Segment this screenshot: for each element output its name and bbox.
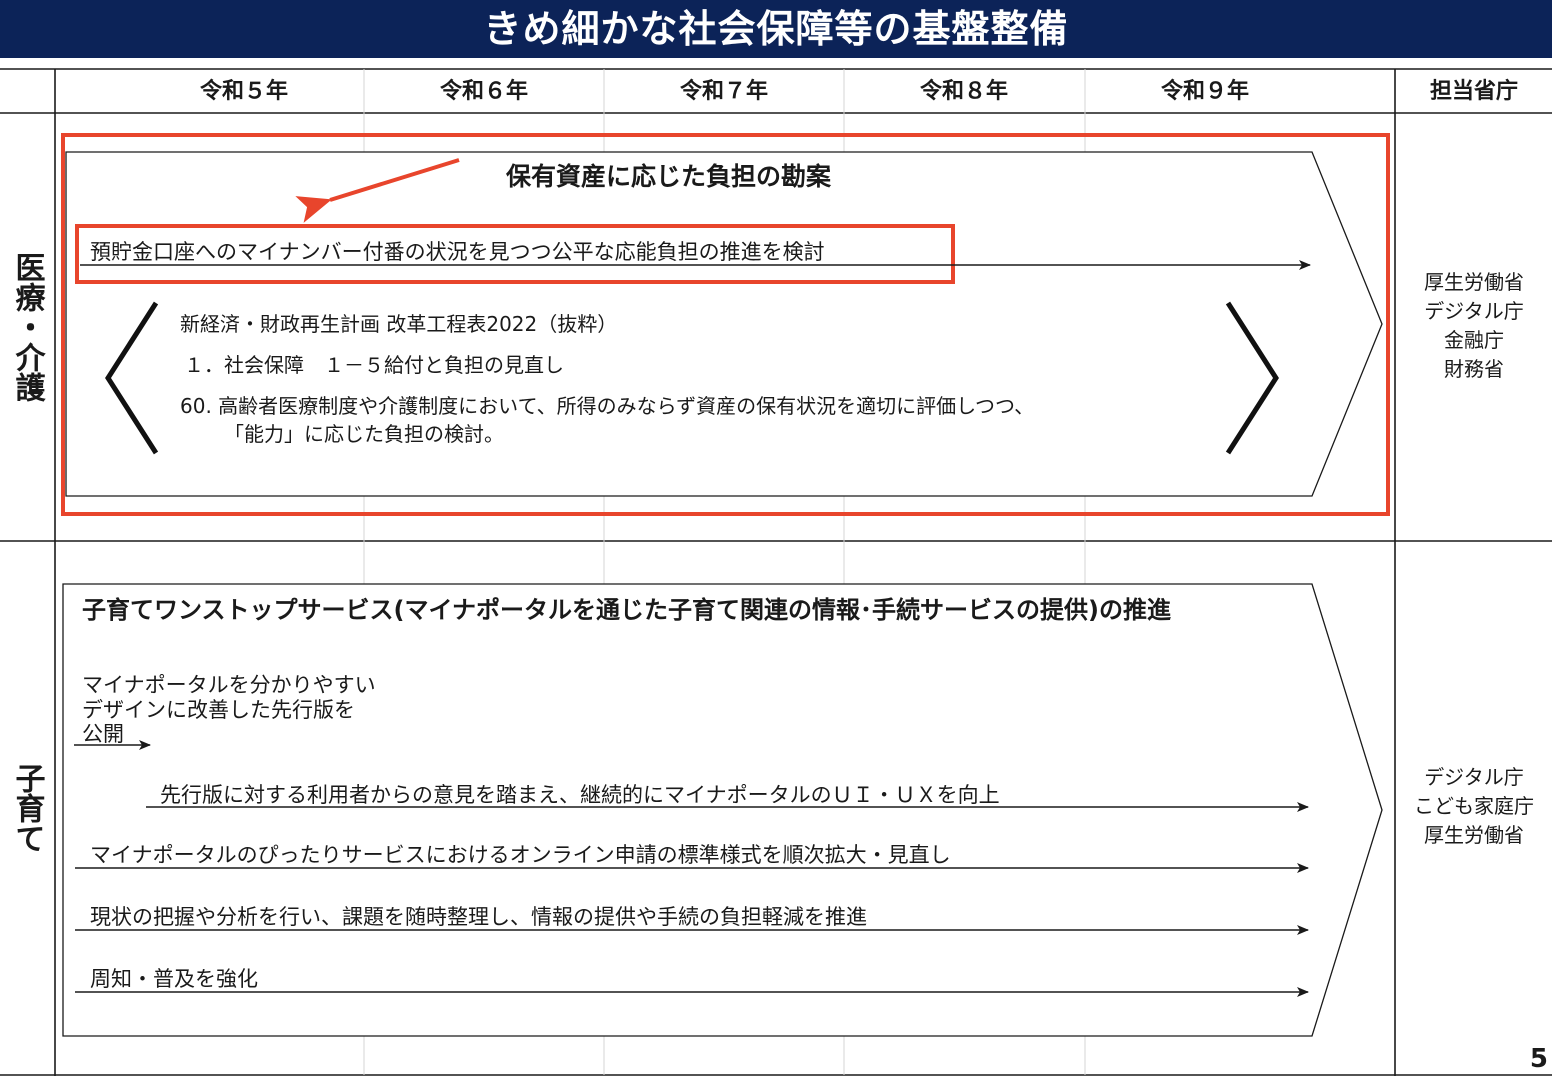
quote-item-60-cont: 「能力」に応じた負担の検討。 — [224, 422, 504, 446]
childcare-first-item-line: デザインに改善した先行版を — [82, 698, 355, 722]
childcare-item: 現状の把握や分析を行い、課題を随時整理し、情報の提供や手続の負担軽減を推進 — [90, 905, 867, 929]
ministry-item: 金融庁 — [1444, 328, 1504, 352]
section-label-medical: 医療・介護 — [9, 252, 45, 402]
childcare-item: 先行版に対する利用者からの意見を踏まえ、継続的にマイナポータルのＵＩ・ＵＸを向上 — [160, 783, 1000, 807]
ministry-item: 財務省 — [1444, 357, 1504, 381]
ministry-item: デジタル庁 — [1424, 299, 1524, 323]
page-number: 5 — [1529, 1044, 1548, 1074]
quote-section: １．社会保障 １－５給付と負担の見直し — [184, 353, 564, 377]
year-header-r6: 令和６年 — [439, 79, 528, 104]
quote-item-60: 60. 高齢者医療制度や介護制度において、所得のみならず資産の保有状況を適切に評… — [180, 394, 1035, 418]
ministry-header: 担当省庁 — [1429, 79, 1518, 104]
childcare-first-item-line: 公開 — [82, 722, 124, 746]
childcare-first-item-line: マイナポータルを分かりやすい — [82, 673, 376, 697]
year-header-r8: 令和８年 — [919, 79, 1008, 104]
childcare-chevron-box — [62, 583, 1383, 1037]
medical-ministries: 厚生労働省 デジタル庁 金融庁 財務省 — [1396, 268, 1552, 384]
year-header-r7: 令和７年 — [679, 79, 768, 104]
ministry-item: デジタル庁 — [1424, 765, 1524, 789]
year-header-r5: 令和５年 — [199, 79, 288, 104]
childcare-box-title: 子育てワンストップサービス(マイナポータルを通じた子育て関連の情報･手続サービス… — [82, 596, 1171, 624]
ministry-item: 厚生労働省 — [1424, 823, 1524, 847]
medical-highlight-item: 預貯金口座へのマイナンバー付番の状況を見つつ公平な応能負担の推進を検討 — [90, 240, 825, 264]
year-header-r9: 令和９年 — [1160, 79, 1249, 104]
childcare-item: マイナポータルのぴったりサービスにおけるオンライン申請の標準様式を順次拡大・見直… — [90, 843, 951, 867]
medical-box-title: 保有資産に応じた負担の勘案 — [506, 162, 832, 191]
childcare-item: 周知・普及を強化 — [90, 967, 258, 991]
section-label-childcare: 子育て — [9, 763, 45, 853]
quote-source: 新経済・財政再生計画 改革工程表2022（抜粋） — [180, 312, 618, 336]
ministry-item: こども家庭庁 — [1414, 794, 1534, 818]
childcare-ministries: デジタル庁 こども家庭庁 厚生労働省 — [1396, 763, 1552, 850]
ministry-item: 厚生労働省 — [1424, 270, 1524, 294]
